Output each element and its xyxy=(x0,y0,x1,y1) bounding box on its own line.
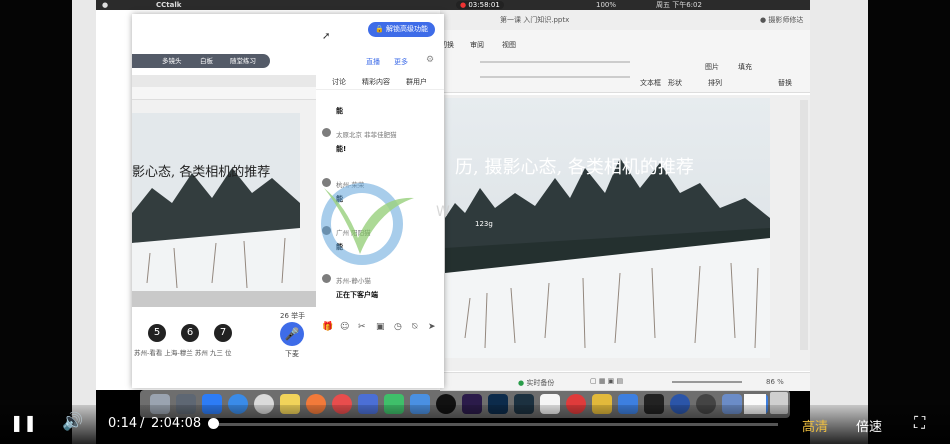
time-separator: / xyxy=(140,416,145,431)
shared-forest-photo xyxy=(132,113,300,293)
chat-tabs: 讨论 精彩内容 群用户 xyxy=(316,75,444,90)
clock-icon[interactable]: ◷ xyxy=(394,322,402,332)
watermark-shape xyxy=(321,183,414,265)
battery-indicator: 100% xyxy=(596,1,617,9)
fill-button[interactable]: 填充 xyxy=(738,62,752,72)
view-buttons[interactable]: ▢ ▦ ▣ ▤ xyxy=(590,377,660,387)
backup-icon: ● xyxy=(518,379,525,387)
multi-camera-button[interactable]: 多镜头 xyxy=(162,54,182,68)
more-dropdown[interactable]: 更多 xyxy=(394,57,408,67)
avatar xyxy=(322,128,331,137)
shared-ribbon xyxy=(132,87,316,100)
progress-handle[interactable] xyxy=(208,418,219,429)
zoom-slider[interactable] xyxy=(672,381,742,383)
cctalk-header: ➚ 🔒 解锁高级功能 xyxy=(132,14,444,42)
chat-username: 苏州-静小猫 xyxy=(336,277,371,285)
ppt-slide[interactable]: 历, 摄影心态, 各类相机的推荐 123g xyxy=(445,98,770,358)
microphone-icon[interactable]: 🎤 xyxy=(280,322,304,346)
gift-icon[interactable]: 🎁 xyxy=(322,322,333,332)
whiteboard-button[interactable]: 白板 xyxy=(200,54,213,68)
chat-message: 能 xyxy=(336,98,343,117)
participant-bar: 26 举手 🎤 下麦 5 6 7 苏州-看看 上海-穆兰 苏州 九三 位 xyxy=(132,307,316,381)
chat-username: 太原北京 菲菲佳肥猫 xyxy=(336,131,397,139)
shared-slide: 影心态, 各类相机的推荐 xyxy=(132,113,300,293)
pause-icon[interactable]: ❚❚ xyxy=(10,413,37,432)
ppt-titlebar: 第一课 入门知识.pptx ● 摄影师修达 xyxy=(440,10,810,30)
screen-bezel-left xyxy=(72,0,96,444)
chat-input-toolbar: 🎁 ☺ ✂ ▣ ◷ ⍉ ➤ xyxy=(316,322,444,340)
participant-avatar[interactable]: 7 xyxy=(214,324,232,342)
ppt-ribbon: 切换 审阅 视图 文本框 形状 图片 填充 排列 替换 xyxy=(440,30,810,93)
cursor-icon: ➚ xyxy=(322,31,331,42)
send-icon[interactable]: ➤ xyxy=(428,322,436,332)
arrange-button[interactable]: 排列 xyxy=(708,78,722,88)
zoom-level: 86 % xyxy=(766,378,784,386)
ribbon-tab[interactable]: 审阅 xyxy=(470,40,484,50)
practice-button[interactable]: 随堂练习 xyxy=(230,54,256,68)
participant-names: 苏州-看看 上海-穆兰 苏州 九三 位 xyxy=(134,349,232,357)
shared-slide-text: 影心态, 各类相机的推荐 xyxy=(132,165,271,180)
ppt-status-bar: ● 实时备份 ▢ ▦ ▣ ▤ 86 % xyxy=(440,372,810,391)
hand-raise-count: 26 举手 xyxy=(280,312,306,320)
avatar xyxy=(322,274,331,283)
ribbon-divider xyxy=(480,76,630,78)
speed-button[interactable]: 倍速 xyxy=(856,416,882,435)
ppt-scrollbar[interactable] xyxy=(800,100,808,350)
menubar-app-name: CCtalk xyxy=(156,1,182,9)
progress-bar[interactable] xyxy=(210,423,778,426)
participant-avatar[interactable]: 6 xyxy=(181,324,199,342)
snow-forest-photo xyxy=(445,98,770,358)
menubar-clock: 周五 下午6:02 xyxy=(656,1,702,9)
image-icon[interactable]: ▣ xyxy=(376,322,385,332)
volume-icon[interactable]: 🔊 xyxy=(62,412,83,432)
ribbon-tab[interactable]: 视图 xyxy=(502,40,516,50)
shared-screen-view: 影心态, 各类相机的推荐 xyxy=(132,75,316,307)
mac-menu-bar: ● CCtalk ● 03:58:01 100% 周五 下午6:02 xyxy=(96,0,810,10)
apple-icon: ● xyxy=(102,1,109,9)
watermark-text: W xyxy=(436,204,450,220)
image-button[interactable]: 图片 xyxy=(705,62,719,72)
shared-dock xyxy=(132,291,316,307)
cctalk-toolbar: 多镜头 白板 随堂练习 xyxy=(132,54,270,68)
settings-icon[interactable]: ⚙ xyxy=(426,55,434,65)
fullscreen-icon[interactable]: ⛶ xyxy=(914,413,925,433)
ribbon-tools: 文本框 形状 图片 填充 排列 替换 xyxy=(440,56,810,90)
ribbon-divider xyxy=(480,61,630,63)
slide-heading: 历, 摄影心态, 各类相机的推荐 xyxy=(455,157,694,178)
duration: 2:04:08 xyxy=(151,416,202,431)
quality-button[interactable]: 高清 xyxy=(802,416,828,435)
emoji-icon[interactable]: ☺ xyxy=(340,322,349,332)
slide-small-text: 123g xyxy=(475,220,493,228)
ppt-file-title: 第一课 入门知识.pptx xyxy=(500,16,570,24)
live-tab[interactable]: 直播 xyxy=(366,57,380,67)
chat-message-text: 能 xyxy=(336,107,343,115)
ppt-user: ● 摄影师修达 xyxy=(760,16,804,24)
tab-discussion[interactable]: 讨论 xyxy=(332,77,346,87)
textbox-button[interactable]: 文本框 xyxy=(640,78,661,88)
participant-avatar[interactable]: 5 xyxy=(148,324,166,342)
leave-mic-label[interactable]: 下麦 xyxy=(285,349,299,359)
unlock-premium-button[interactable]: 🔒 解锁高级功能 xyxy=(368,22,435,37)
screen-bezel-right xyxy=(810,0,868,444)
scissors-icon[interactable]: ✂ xyxy=(358,322,366,332)
site-watermark-logo: W xyxy=(316,176,450,266)
backup-status: ● 实时备份 xyxy=(518,379,555,387)
tab-highlights[interactable]: 精彩内容 xyxy=(362,77,390,87)
tab-group-users[interactable]: 群用户 xyxy=(406,77,427,87)
chat-message-text: 能! xyxy=(336,145,347,153)
current-time: 0:14 xyxy=(108,416,138,431)
record-dot-icon: ● xyxy=(460,1,467,9)
recording-timer: ● 03:58:01 xyxy=(456,1,504,9)
replace-button[interactable]: 替换 xyxy=(778,78,792,88)
shared-toolbar xyxy=(132,75,316,87)
chat-message-text: 正在下客户端 xyxy=(336,291,378,299)
shape-button[interactable]: 形状 xyxy=(668,78,682,88)
mute-icon[interactable]: ⍉ xyxy=(412,322,417,332)
